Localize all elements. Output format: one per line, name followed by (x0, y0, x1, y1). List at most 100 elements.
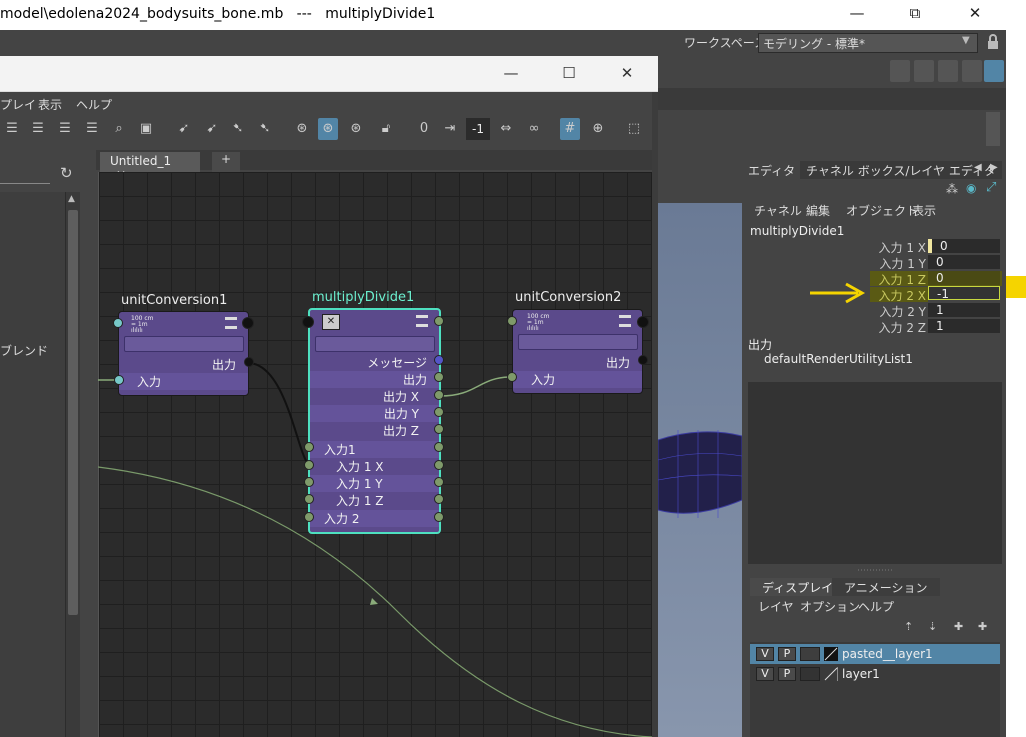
layer-row-pasted-layer1[interactable]: V P pasted__layer1 (750, 644, 1000, 664)
select-input-icon[interactable]: ➹ (174, 118, 194, 140)
layout-input-icon[interactable]: ☰ (28, 118, 48, 140)
unitconversion1-input-port[interactable] (114, 375, 124, 385)
manipulator-icon[interactable]: ◉ (966, 181, 976, 195)
character-icon[interactable] (890, 60, 910, 82)
unitconversion2-node[interactable]: 100 cm = 1m ılılılı 出力 入力 (512, 309, 643, 394)
select-upstream-icon[interactable]: ➷ (228, 118, 248, 140)
unitconversion1-in-port[interactable] (113, 318, 123, 328)
shelf-scroll-button[interactable] (986, 112, 1000, 146)
select-output-icon[interactable]: ➹ (202, 118, 222, 140)
attr-input2x-field[interactable]: -1 (928, 286, 1000, 301)
input1-y-out-port[interactable] (434, 477, 444, 487)
unitconversion1-node[interactable]: 100 cm = 1m ılılılı 出力 入力 (118, 311, 249, 396)
grid-icon[interactable]: # (560, 118, 580, 140)
new-layer-selected-icon[interactable]: ✚ (978, 620, 994, 634)
layer-visibility-toggle[interactable]: V (756, 647, 774, 661)
attr-input2z-label[interactable]: 入力 2 Z (846, 319, 927, 336)
channel-box-icon[interactable] (984, 60, 1004, 82)
menu-edit[interactable]: 編集 (806, 202, 830, 219)
tool-settings-icon[interactable] (962, 60, 982, 82)
minimize-button[interactable]: — (842, 4, 872, 26)
unitconversion2-input-port[interactable] (507, 372, 517, 382)
move-layer-up-icon[interactable]: ⇡ (904, 620, 920, 634)
attr-input2y-field[interactable]: 1 (928, 303, 1000, 317)
layer-color-icon[interactable] (824, 667, 838, 681)
attr-input1x-field[interactable]: 0 (928, 239, 1000, 253)
select-downstream-icon[interactable]: ➷ (255, 118, 275, 140)
menu-view[interactable]: 表示 (38, 96, 62, 113)
attr-input1y-field[interactable]: 0 (928, 255, 1000, 269)
menu-channels[interactable]: チャネル (754, 202, 802, 219)
menu-display[interactable]: プレイ (0, 96, 36, 113)
tab-display-layers[interactable]: ディスプレイ (750, 578, 846, 596)
layer-display-type[interactable] (800, 647, 820, 661)
node-editor-close-button[interactable]: ✕ (612, 64, 642, 84)
menu-layer-help[interactable]: ヘルプ (858, 598, 894, 615)
layer-name[interactable]: layer1 (842, 667, 880, 681)
menu-object[interactable]: オブジェクト (846, 202, 918, 219)
stack-icon[interactable] (225, 317, 237, 329)
attr-input2y-label[interactable]: 入力 2 Y (846, 303, 926, 320)
layer-row-layer1[interactable]: V P layer1 (750, 664, 1000, 684)
input1-x-out-port[interactable] (434, 460, 444, 470)
menu-layers[interactable]: レイヤ (758, 598, 794, 615)
input2-in-port[interactable] (304, 512, 314, 522)
layer-playback-toggle[interactable]: P (778, 667, 796, 681)
tab-channel-box-layer-editor[interactable]: チャネル ボックス/レイヤ エディタ (800, 161, 1002, 179)
close-button[interactable]: ✕ (960, 4, 990, 26)
snap-icon[interactable]: ⊕ (588, 118, 608, 140)
add-tab-button[interactable]: + (212, 152, 240, 172)
stack-icon[interactable] (416, 315, 428, 327)
menu-help[interactable]: ヘルプ (76, 96, 112, 113)
zero-icon[interactable]: 0 (414, 118, 434, 140)
unitconversion1-out-port[interactable] (242, 317, 254, 329)
input1-y-in-port[interactable] (304, 477, 314, 487)
output-z-port[interactable] (434, 424, 444, 434)
menu-options[interactable]: オプション (800, 598, 860, 615)
shrink-icon[interactable]: ⇥ (440, 118, 460, 140)
input2-out-port[interactable] (434, 512, 444, 522)
tab-right-icon[interactable]: ▶ (990, 162, 998, 173)
layer-name[interactable]: pasted__layer1 (842, 647, 933, 661)
layout-hide-icon[interactable]: ☰ (2, 118, 22, 140)
lock-icon[interactable] (986, 34, 1000, 50)
menu-show[interactable]: 表示 (912, 202, 936, 219)
transform-icon[interactable]: ⁂ (946, 182, 958, 196)
scroll-up-icon[interactable]: ▲ (68, 194, 75, 204)
input1-x-in-port[interactable] (304, 460, 314, 470)
graph-input-icon[interactable]: ⊛ (292, 118, 312, 140)
node-editor-minimize-button[interactable]: — (496, 64, 526, 84)
multiplydivide1-in-port[interactable] (302, 316, 314, 328)
node-editor-maximize-button[interactable]: ☐ (554, 64, 584, 84)
layer-display-type[interactable] (800, 667, 820, 681)
output-x-port[interactable] (434, 390, 444, 400)
left-search-field[interactable] (0, 162, 50, 184)
tab-untitled-1[interactable]: Untitled_1 ✕ (100, 152, 200, 182)
attr-input2z-field[interactable]: 1 (928, 319, 1000, 333)
output-port[interactable] (434, 372, 444, 382)
expand-panel-icon[interactable]: ⤢ (986, 180, 996, 195)
node-list-item[interactable]: ブレンド (0, 342, 48, 359)
input1-z-out-port[interactable] (434, 494, 444, 504)
layout-output-icon[interactable]: ☰ (55, 118, 75, 140)
output-y-port[interactable] (434, 407, 444, 417)
channel-box-node-name[interactable]: multiplyDivide1 (750, 224, 844, 238)
output-node-item[interactable]: defaultRenderUtilityList1 (764, 352, 913, 366)
stack-icon[interactable] (619, 315, 631, 327)
message-port[interactable] (434, 355, 444, 365)
attr-input1z-field[interactable]: 0 (928, 271, 1000, 285)
layer-visibility-toggle[interactable]: V (756, 667, 774, 681)
layout-all-icon[interactable]: ☰ (82, 118, 102, 140)
chevron-down-icon[interactable]: ▼ (962, 35, 970, 46)
refresh-icon[interactable]: ↻ (60, 164, 73, 182)
input1-out-port[interactable] (434, 442, 444, 452)
input1-z-in-port[interactable] (304, 494, 314, 504)
graph-io-icon[interactable]: ⊛ (318, 118, 338, 140)
multiplydivide1-out-port[interactable] (434, 316, 444, 326)
search-icon[interactable]: ⌕ (109, 118, 129, 140)
graph-output-icon[interactable]: ⊛ (346, 118, 366, 140)
unitconversion2-output-port[interactable] (638, 355, 648, 365)
move-layer-down-icon[interactable]: ⇣ (928, 620, 944, 634)
layer-playback-toggle[interactable]: P (778, 647, 796, 661)
unitconversion2-in-port[interactable] (507, 316, 517, 326)
